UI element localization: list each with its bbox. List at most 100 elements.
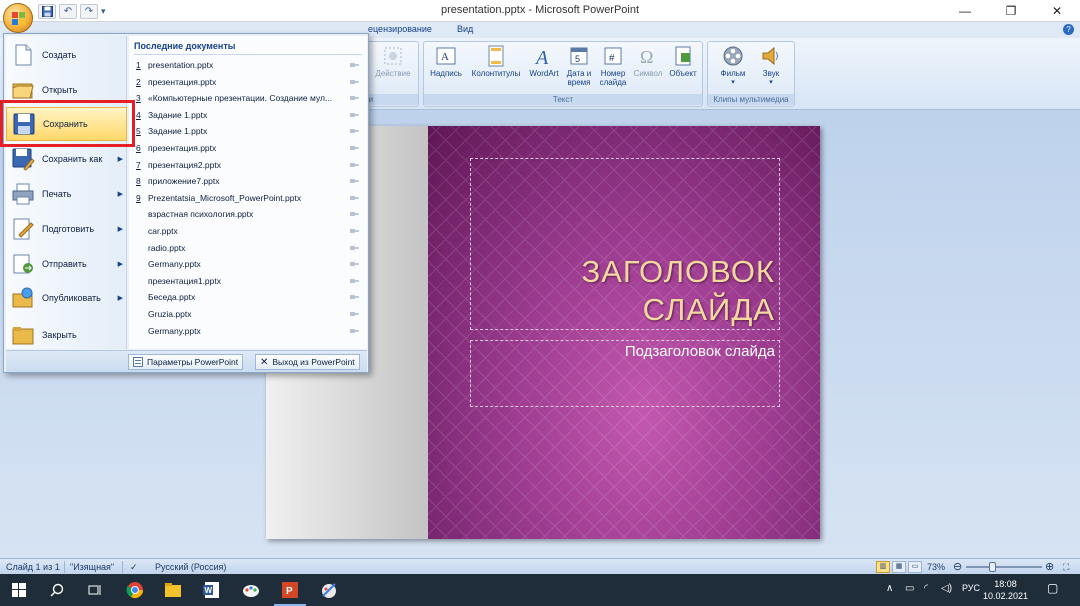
recent-document-item[interactable]: Gruzia.pptx (133, 307, 363, 322)
office-menu-item-save-as[interactable]: Сохранить как ▶ (6, 142, 127, 176)
office-menu-item-send[interactable]: Отправить ▶ (6, 247, 127, 281)
recent-document-item[interactable]: взрастная психология.pptx (133, 207, 363, 222)
office-button[interactable] (3, 3, 33, 33)
slide-number-button[interactable]: # Номер слайда (595, 45, 631, 87)
group-label-partial: зи (361, 94, 418, 105)
pin-icon[interactable] (350, 94, 359, 102)
recent-document-item[interactable]: 9 Prezentatsia_Microsoft_PowerPoint.pptx (133, 191, 363, 206)
recent-document-item[interactable]: 2 презентация.pptx (133, 75, 363, 90)
maximize-button[interactable]: ❐ (988, 0, 1034, 22)
recent-document-item[interactable]: Germany.pptx (133, 257, 363, 272)
exit-powerpoint-button[interactable]: ✕ Выход из PowerPoint (255, 354, 360, 370)
action-button[interactable]: Действие (369, 45, 417, 78)
slide-sorter-icon[interactable]: ▦ (892, 561, 906, 573)
pin-icon[interactable] (350, 177, 359, 185)
zoom-slider-thumb[interactable] (988, 562, 996, 572)
notifications-icon[interactable]: ▢ (1047, 581, 1058, 595)
office-menu-item-prepare[interactable]: Подготовить ▶ (6, 212, 127, 246)
recent-document-item[interactable]: car.pptx (133, 224, 363, 239)
pin-icon[interactable] (350, 293, 359, 301)
recent-document-item[interactable]: Беседа.pptx (133, 290, 363, 305)
submenu-arrow-icon: ▶ (117, 191, 123, 198)
paint-icon[interactable] (240, 579, 262, 601)
pin-icon[interactable] (350, 244, 359, 252)
clock[interactable]: 18:08 10.02.2021 (983, 578, 1028, 602)
date-time-button[interactable]: 5 Дата и время (563, 45, 595, 87)
recent-document-item[interactable]: 8 приложение7.pptx (133, 174, 363, 189)
recent-document-item[interactable]: 5 Задание 1.pptx (133, 124, 363, 139)
network-icon[interactable]: ▭ (905, 583, 914, 594)
zoom-out-icon[interactable]: ⊖ (953, 560, 962, 573)
paint-brush-icon[interactable] (318, 579, 340, 601)
tray-expand-icon[interactable]: ∧ (886, 583, 893, 594)
wifi-icon[interactable]: ◜ (924, 583, 928, 594)
svg-text:5: 5 (575, 54, 580, 64)
recent-document-item[interactable]: 6 презентация.pptx (133, 141, 363, 156)
pin-icon[interactable] (350, 111, 359, 119)
chrome-icon[interactable] (124, 579, 146, 601)
pin-icon[interactable] (350, 227, 359, 235)
language-switcher[interactable]: РУС (962, 583, 980, 593)
office-menu-item-close-folder[interactable]: Закрыть (6, 318, 127, 352)
slide-subtitle: Подзаголовок слайда (624, 343, 775, 360)
recent-document-name: Germany.pptx (148, 259, 201, 270)
header-footer-button[interactable]: Колонтитулы (467, 45, 525, 78)
zoom-level[interactable]: 73% (927, 562, 945, 572)
spellcheck-icon[interactable]: ✓ (130, 562, 138, 573)
language-indicator[interactable]: Русский (Россия) (155, 562, 226, 572)
word-icon[interactable]: W (201, 579, 223, 601)
recent-document-item[interactable]: 1 presentation.pptx (133, 58, 363, 73)
object-button[interactable]: Объект (665, 45, 701, 78)
sound-button[interactable]: Звук ▾ (754, 45, 788, 87)
slideshow-icon[interactable]: ▭ (908, 561, 922, 573)
task-view-icon[interactable] (84, 579, 106, 601)
recent-divider (134, 54, 362, 55)
windows-start-icon[interactable] (8, 579, 30, 601)
minimize-button[interactable]: — (942, 0, 988, 22)
clock-date: 10.02.2021 (982, 591, 1028, 601)
recent-document-item[interactable]: radio.pptx (133, 241, 363, 256)
open-folder-icon (11, 78, 35, 102)
pin-icon[interactable] (350, 210, 359, 218)
recent-document-item[interactable]: презентация1.pptx (133, 274, 363, 289)
recent-document-item[interactable]: 7 презентация2.pptx (133, 158, 363, 173)
recent-document-item[interactable]: 3 «Компьютерные презентации. Создание мул… (133, 91, 363, 106)
textbox-button[interactable]: A Надпись (426, 45, 466, 78)
movie-button[interactable]: Фильм ▾ (714, 45, 752, 87)
powerpoint-icon[interactable]: P (279, 579, 301, 601)
powerpoint-options-button[interactable]: Параметры PowerPoint (128, 354, 244, 370)
office-logo-icon (12, 12, 25, 25)
pin-icon[interactable] (350, 260, 359, 268)
pin-icon[interactable] (350, 194, 359, 202)
office-menu-item-print[interactable]: Печать ▶ (6, 177, 127, 211)
pin-icon[interactable] (350, 277, 359, 285)
volume-icon[interactable]: ◁) (941, 583, 952, 594)
wordart-button[interactable]: A WordArt (525, 45, 563, 78)
close-button[interactable]: ✕ (1034, 0, 1080, 22)
subtitle-placeholder[interactable]: Подзаголовок слайда (470, 340, 780, 407)
slide-title-line-1: ЗАГОЛОВОК (581, 254, 775, 289)
pin-icon[interactable] (350, 144, 359, 152)
ribbon-group-text: A Надпись Колонтитулы A WordArt 5 Дата и… (423, 41, 703, 107)
recent-document-item[interactable]: Germany.pptx (133, 324, 363, 339)
zoom-in-icon[interactable]: ⊕ (1045, 560, 1054, 573)
pin-icon[interactable] (350, 161, 359, 169)
pin-icon[interactable] (350, 61, 359, 69)
file-explorer-icon[interactable] (162, 579, 184, 601)
normal-view-icon[interactable]: ▥ (876, 561, 890, 573)
fit-to-window-icon[interactable]: ⛶ (1063, 562, 1069, 573)
title-placeholder[interactable]: ЗАГОЛОВОК СЛАЙДА (470, 158, 780, 330)
zoom-slider[interactable] (966, 566, 1042, 568)
help-icon[interactable]: ? (1063, 24, 1074, 35)
pin-icon[interactable] (350, 78, 359, 86)
office-menu-item-new-document[interactable]: Создать (6, 38, 127, 72)
pin-icon[interactable] (350, 127, 359, 135)
tab-view[interactable]: Вид (457, 24, 473, 34)
office-menu-item-publish[interactable]: Опубликовать ▶ (6, 281, 127, 315)
pin-icon[interactable] (350, 327, 359, 335)
pin-icon[interactable] (350, 310, 359, 318)
clock-time: 18:08 (994, 579, 1017, 589)
search-icon[interactable] (46, 579, 68, 601)
recent-document-item[interactable]: 4 Задание 1.pptx (133, 108, 363, 123)
tab-review[interactable]: ецензирование (368, 24, 432, 34)
